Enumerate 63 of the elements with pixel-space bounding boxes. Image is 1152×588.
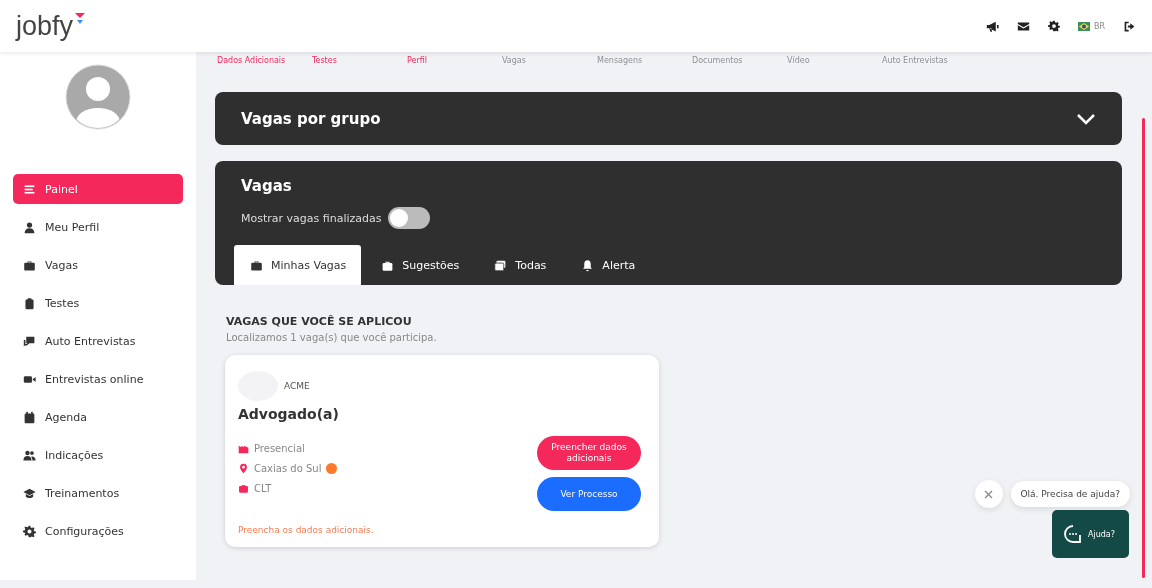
- panel-title: Vagas por grupo: [241, 109, 381, 128]
- bell-icon: [581, 258, 595, 272]
- fill-data-button[interactable]: Preencher dados adicionais: [537, 436, 641, 470]
- pin-icon: [238, 463, 249, 474]
- tab[interactable]: Minhas Vagas: [234, 245, 362, 285]
- close-icon: [984, 489, 993, 499]
- toggle-switch[interactable]: [388, 207, 431, 229]
- scrollbar[interactable]: [1142, 118, 1145, 578]
- calendar-icon: [23, 410, 36, 424]
- sidebar-item[interactable]: Meu Perfil: [13, 212, 183, 242]
- help-button[interactable]: Ajuda?: [1052, 510, 1129, 558]
- warning-text: Preencha os dados adicionais.: [238, 525, 375, 535]
- job-detail: CLT: [254, 483, 272, 494]
- briefcase-icon: [23, 258, 36, 272]
- sidebar-item[interactable]: Testes: [13, 288, 183, 318]
- briefcase-icon: [238, 483, 249, 494]
- logout-icon[interactable]: [1123, 19, 1136, 33]
- menu-icon: [23, 182, 36, 196]
- badge-icon: [326, 463, 338, 474]
- graduation-cap-icon: [23, 486, 36, 500]
- sidebar-item[interactable]: Agenda: [13, 402, 183, 432]
- user-icon: [23, 220, 36, 234]
- view-process-button[interactable]: Ver Processo: [537, 477, 641, 511]
- group-panel[interactable]: Vagas por grupo: [215, 92, 1122, 145]
- building-icon: [238, 443, 249, 454]
- stack-icon: [494, 258, 508, 272]
- step-link[interactable]: Testes: [310, 56, 405, 70]
- toggle-label: Mostrar vagas finalizadas: [241, 211, 382, 225]
- job-title: Advogado(a): [238, 406, 340, 422]
- job-detail: Presencial: [254, 443, 305, 454]
- settings-icon[interactable]: [1047, 20, 1060, 32]
- step-link[interactable]: Perfil: [405, 56, 500, 70]
- sidebar-item[interactable]: Painel: [13, 174, 183, 204]
- step-link[interactable]: Dados Adicionais: [215, 56, 310, 70]
- flag-icon[interactable]: [1077, 21, 1090, 31]
- language-label[interactable]: BR: [1093, 21, 1105, 31]
- tab[interactable]: Alerta: [565, 245, 651, 285]
- sidebar-item[interactable]: Indicações: [13, 440, 183, 470]
- logo-mark-icon: [75, 12, 86, 25]
- settings-icon: [23, 524, 36, 538]
- sidebar-item[interactable]: Treinamentos: [13, 478, 183, 508]
- panel-title: Vagas: [240, 177, 293, 195]
- briefcase-icon: [250, 258, 263, 272]
- chat-bubble: Olá. Precisa de ajuda?: [1010, 481, 1130, 507]
- tab[interactable]: Todas: [478, 245, 562, 285]
- avatar-icon: [65, 64, 131, 130]
- users-icon: [23, 448, 36, 462]
- company-name: ACME: [284, 381, 310, 391]
- megaphone-icon[interactable]: [985, 19, 999, 33]
- section-subtitle: Localizamos 1 vaga(s) que você participa.: [226, 332, 438, 343]
- logo-text: jobfy: [16, 10, 74, 42]
- tab[interactable]: Sugestões: [365, 245, 475, 285]
- job-detail: Caxias do Sul: [254, 463, 322, 474]
- mail-icon[interactable]: [1016, 19, 1030, 33]
- chevron-icon[interactable]: [1076, 112, 1096, 125]
- chat-icon: [23, 334, 36, 348]
- chat-icon: [1063, 524, 1083, 544]
- sidebar-item[interactable]: Configurações: [13, 516, 183, 546]
- sidebar-item[interactable]: Auto Entrevistas: [13, 326, 183, 356]
- sidebar-item[interactable]: Entrevistas online: [13, 364, 183, 394]
- section-title: VAGAS QUE VOCÊ SE APLICOU: [226, 315, 413, 328]
- sidebar-item[interactable]: Vagas: [13, 250, 183, 280]
- clipboard-icon: [23, 296, 36, 310]
